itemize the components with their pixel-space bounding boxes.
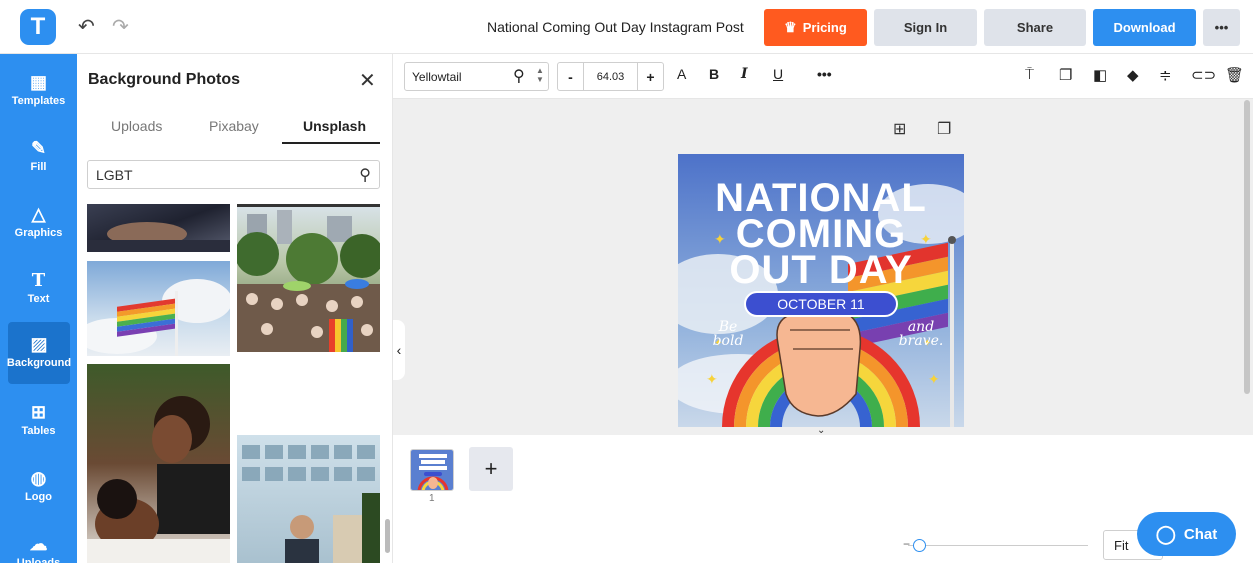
nav-background[interactable]: ▨ Background (7, 322, 71, 384)
search-icon[interactable]: ⚲ (359, 165, 371, 185)
table-icon: ⊞ (30, 402, 47, 422)
photo-thumbnail[interactable] (237, 435, 380, 563)
add-page-icon[interactable]: ⊞ (893, 119, 906, 139)
photo-image (242, 445, 380, 563)
photo-image (87, 279, 230, 356)
plus-icon: + (484, 456, 498, 481)
text-icon: T (31, 270, 46, 291)
text-case-icon[interactable]: A (677, 66, 686, 82)
zoom-out-icon[interactable]: − (903, 537, 910, 551)
photo-image (87, 222, 230, 252)
share-button[interactable]: Share (984, 9, 1086, 46)
undo-icon[interactable]: ↶ (78, 14, 95, 39)
brush-icon: ✎ (30, 138, 47, 158)
page-thumbnail-preview (411, 450, 453, 490)
left-navigation: ▦ Templates ✎ Fill △ Graphics T Text ▨ Backgr… (0, 54, 77, 569)
poster-date-badge[interactable]: OCTOBER 11 (744, 291, 898, 317)
align-icon[interactable]: ≑ (1159, 66, 1172, 84)
active-tab-indicator (282, 142, 380, 144)
chat-bubble-icon: ◯ (1155, 523, 1176, 544)
photo-search-input[interactable]: LGBT ⚲ (87, 160, 380, 189)
templates-icon: ▦ (29, 72, 47, 92)
instagram-post-design[interactable]: ✦ ✦ ✦ ✦ ✦ ✦ NATIONAL COMING OUT DAY OCTOBER 1… (678, 154, 964, 427)
shapes-icon: △ (31, 204, 46, 224)
photo-image (237, 204, 380, 352)
collapse-panel-icon[interactable]: ‹ (393, 320, 405, 380)
nav-tables[interactable]: ⊞ Tables (0, 390, 77, 452)
svg-text:✦: ✦ (706, 371, 718, 387)
photo-thumbnail[interactable] (87, 204, 230, 252)
document-title[interactable]: National Coming Out Day Instagram Post (487, 19, 744, 35)
page-number: 1 (429, 493, 435, 504)
nav-logo[interactable]: ◍ Logo (0, 456, 77, 518)
background-icon: ▨ (30, 334, 48, 354)
photo-thumbnail[interactable] (87, 261, 230, 356)
more-options-button[interactable]: ••• (1203, 9, 1240, 46)
paint-roller-icon[interactable]: ⍑ (1025, 66, 1034, 83)
duplicate-icon[interactable]: ❐ (1059, 66, 1072, 84)
opacity-icon[interactable]: ◆ (1127, 66, 1139, 84)
canvas-area: ⊞ ❐ ✦ ✦ ✦ ✦ ✦ ✦ NATIONAL COMING OUT DAY … (393, 99, 1253, 435)
nav-graphics[interactable]: △ Graphics (0, 192, 77, 254)
font-family-select[interactable]: Yellowtail ⚲ ▲ ▼ (404, 62, 549, 91)
crown-icon: ♛ (784, 19, 797, 35)
page-thumbnail[interactable] (410, 449, 454, 491)
bold-icon[interactable]: B (709, 66, 719, 82)
font-size-input[interactable]: 64.03 (584, 62, 637, 91)
panel-scrollbar[interactable] (385, 519, 390, 553)
poster-script-right[interactable]: and brave. (896, 320, 946, 348)
add-page-button[interactable]: + (469, 447, 513, 491)
nav-text[interactable]: T Text (0, 258, 77, 320)
photo-thumbnail[interactable] (237, 204, 380, 352)
layer-order-icon[interactable]: ◧ (1093, 66, 1107, 84)
redo-icon[interactable]: ↷ (112, 14, 129, 39)
cloud-upload-icon: ☁ (29, 534, 48, 554)
nav-fill[interactable]: ✎ Fill (0, 126, 77, 188)
underline-icon[interactable]: U (773, 66, 783, 82)
logo-icon: ◍ (30, 468, 47, 488)
zoom-slider-handle[interactable] (913, 539, 926, 552)
photo-image (87, 396, 230, 563)
app-logo[interactable]: T (20, 9, 56, 45)
font-search-icon[interactable]: ⚲ (513, 66, 525, 86)
font-size-decrease-button[interactable]: - (557, 62, 584, 91)
link-icon[interactable]: ⊂⊃ (1191, 66, 1216, 84)
nav-uploads[interactable]: ☁ Uploads (0, 522, 77, 584)
top-bar: T ↶ ↷ National Coming Out Day Instagram … (0, 0, 1253, 54)
font-stepper-icon[interactable]: ▲ ▼ (536, 66, 544, 84)
photo-thumbnail[interactable] (87, 364, 230, 563)
trash-icon[interactable]: 🗑 (1225, 66, 1244, 84)
tab-uploads[interactable]: Uploads (111, 118, 162, 134)
pricing-button[interactable]: ♛ Pricing (764, 9, 867, 46)
font-size-increase-button[interactable]: + (637, 62, 664, 91)
chat-button[interactable]: ◯ Chat (1137, 512, 1236, 556)
zoom-slider-track[interactable] (908, 545, 1088, 546)
background-photos-panel: Background Photos ✕ Uploads Pixabay Unsp… (77, 54, 393, 563)
poster-heading-line-3[interactable]: OUT DAY (678, 250, 964, 290)
download-button[interactable]: Download (1093, 9, 1196, 46)
poster-script-left[interactable]: Be bold (708, 320, 748, 348)
italic-icon[interactable]: I (741, 66, 748, 82)
canvas-scrollbar[interactable] (1244, 100, 1250, 394)
sign-in-button[interactable]: Sign In (874, 9, 977, 46)
copy-page-icon[interactable]: ❐ (937, 119, 951, 139)
text-format-toolbar: Yellowtail ⚲ ▲ ▼ - 64.03 + A B I U ••• ⍑ … (393, 54, 1253, 99)
pages-strip: 1 + − Fit (393, 435, 1253, 563)
nav-templates[interactable]: ▦ Templates (0, 60, 77, 122)
more-format-icon[interactable]: ••• (817, 66, 832, 82)
tab-unsplash[interactable]: Unsplash (303, 118, 366, 134)
chevron-down-icon[interactable]: ⌄ (817, 425, 825, 435)
panel-title: Background Photos (88, 71, 241, 88)
tab-pixabay[interactable]: Pixabay (209, 118, 259, 134)
svg-text:✦: ✦ (928, 371, 940, 387)
close-icon[interactable]: ✕ (359, 68, 376, 93)
